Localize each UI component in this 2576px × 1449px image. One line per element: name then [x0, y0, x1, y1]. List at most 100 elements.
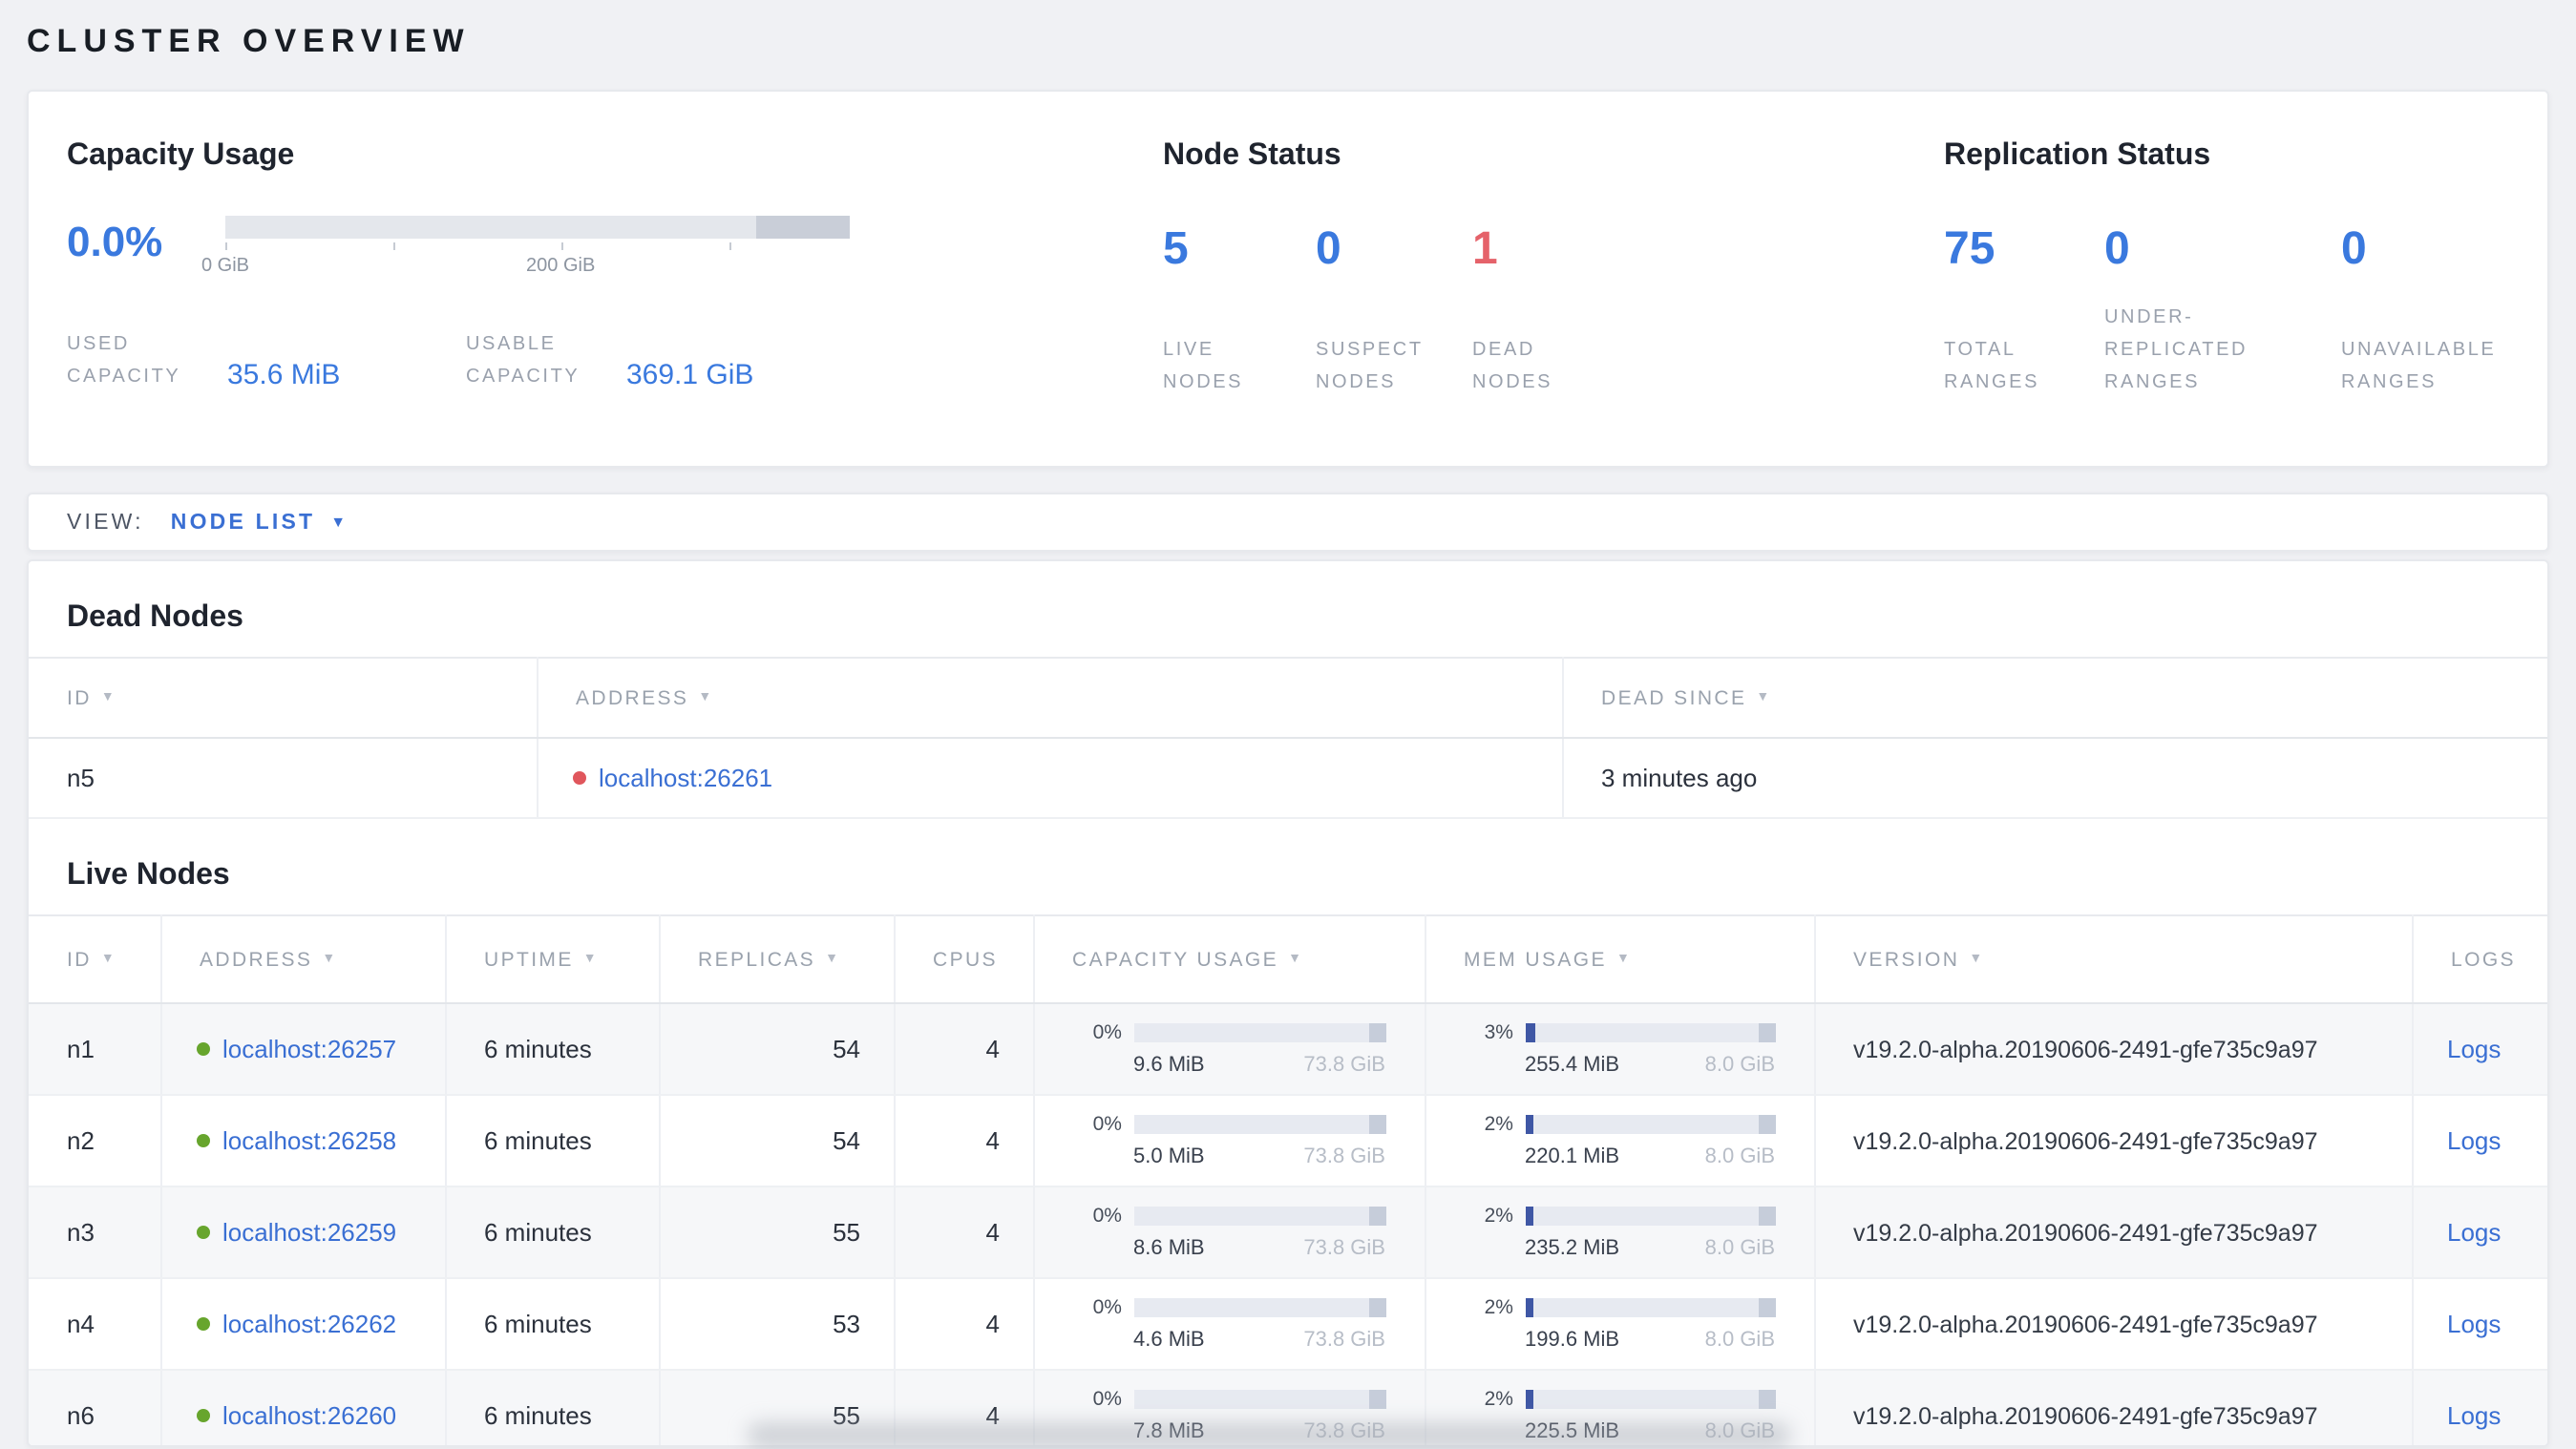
node-uptime: 6 minutes	[445, 1003, 660, 1096]
capacity-total: 73.8 GiB	[1303, 1329, 1385, 1352]
node-version: v19.2.0-alpha.20190606-2491-gfe735c9a97	[1814, 1186, 2413, 1279]
used-capacity-label: USED CAPACITY	[67, 334, 181, 388]
node-status-section: Node Status 5 LIVE NODES 0 SUSPECT NODES…	[1163, 137, 1944, 428]
node-capacity-usage: 0% 9.6 MiB 73.8 GiB	[1033, 1003, 1425, 1096]
node-cpus: 4	[894, 1095, 1034, 1187]
capacity-chart-row: 0.0% 0 GiB 200 GiB	[67, 216, 1163, 279]
sort-desc-icon: ▼	[100, 952, 117, 965]
live-node-row-n4: n4 localhost:26262 6 minutes 53 4 0% 4.6…	[29, 1278, 2547, 1371]
node-version: v19.2.0-alpha.20190606-2491-gfe735c9a97	[1814, 1370, 2413, 1445]
live-node-row-n3: n3 localhost:26259 6 minutes 55 4 0% 8.6…	[29, 1186, 2547, 1279]
sort-desc-icon: ▼	[322, 952, 338, 965]
capacity-total: 73.8 GiB	[1303, 1145, 1385, 1168]
node-address-link[interactable]: localhost:26261	[599, 764, 772, 792]
node-capacity-usage: 0% 8.6 MiB 73.8 GiB	[1033, 1186, 1425, 1279]
node-replicas: 54	[659, 1003, 895, 1096]
node-address-link[interactable]: localhost:26259	[222, 1218, 396, 1247]
axis-tick	[560, 242, 563, 250]
mem-usage-bar	[1525, 1115, 1775, 1134]
axis-label-zero: 0 GiB	[201, 256, 250, 277]
node-id: n3	[29, 1186, 161, 1279]
live-status-dot-icon	[196, 1409, 209, 1422]
capacity-bar-chart: 0 GiB 200 GiB	[201, 216, 850, 279]
dead-col-dead-since[interactable]: DEAD SINCE ▼	[1562, 657, 2547, 739]
live-col-replicas[interactable]: REPLICAS ▼	[659, 914, 895, 1004]
dead-nodes-header-row: ID ▼ ADDRESS ▼ DEAD SINCE ▼	[29, 657, 2547, 739]
capacity-used: 5.0 MiB	[1133, 1145, 1205, 1168]
logs-link[interactable]: Logs	[2447, 1035, 2501, 1063]
node-id: n2	[29, 1095, 161, 1187]
node-id: n1	[29, 1003, 161, 1096]
live-status-dot-icon	[196, 1134, 209, 1147]
replication-stats: 75 TOTAL RANGES 0 UNDER- REPLICATED RANG…	[1944, 216, 2509, 399]
live-col-mem-usage[interactable]: MEM USAGE ▼	[1425, 914, 1815, 1004]
under-replicated-count: 0	[2104, 223, 2130, 275]
live-col-uptime[interactable]: UPTIME ▼	[445, 914, 660, 1004]
capacity-bar-segment	[755, 216, 850, 239]
live-col-address[interactable]: ADDRESS ▼	[160, 914, 446, 1004]
node-address-link[interactable]: localhost:26258	[222, 1126, 396, 1155]
mem-usage-bar	[1525, 1023, 1775, 1042]
dead-nodes-table: ID ▼ ADDRESS ▼ DEAD SINCE ▼ n5 localhost:26…	[29, 657, 2547, 819]
live-col-cpus[interactable]: CPUS	[894, 914, 1034, 1004]
node-address-link[interactable]: localhost:26257	[222, 1035, 396, 1063]
capacity-axis-ticks	[225, 241, 850, 252]
view-selector-dropdown[interactable]: NODE LIST ▼	[171, 511, 349, 534]
live-col-capacity-usage[interactable]: CAPACITY USAGE ▼	[1033, 914, 1425, 1004]
node-version: v19.2.0-alpha.20190606-2491-gfe735c9a97	[1814, 1003, 2413, 1096]
page-title: CLUSTER OVERVIEW	[27, 23, 471, 59]
node-status-heading: Node Status	[1163, 139, 1341, 172]
node-mem-usage: 2% 235.2 MiB 8.0 GiB	[1425, 1186, 1815, 1279]
node-status-stats: 5 LIVE NODES 0 SUSPECT NODES 1 DEAD NODE…	[1163, 216, 1944, 399]
capacity-bar-track	[225, 216, 850, 239]
dead-status-dot-icon	[572, 771, 585, 785]
logs-link[interactable]: Logs	[2447, 1401, 2501, 1430]
node-address-link[interactable]: localhost:26260	[222, 1401, 396, 1430]
node-address-cell: localhost:26261	[537, 738, 1563, 819]
node-capacity-usage: 0% 4.6 MiB 73.8 GiB	[1033, 1278, 1425, 1371]
live-nodes-stat: 5 LIVE NODES	[1163, 216, 1316, 399]
capacity-percent: 0%	[1092, 1388, 1122, 1411]
live-node-row-n2: n2 localhost:26258 6 minutes 54 4 0% 5.0…	[29, 1095, 2547, 1187]
nodes-table-card: Dead Nodes ID ▼ ADDRESS ▼ DEAD SINCE ▼ n5 l…	[27, 559, 2549, 1447]
live-col-version[interactable]: VERSION ▼	[1814, 914, 2413, 1004]
node-uptime: 6 minutes	[445, 1095, 660, 1187]
total-ranges-label: TOTAL RANGES	[1944, 340, 2040, 393]
node-uptime: 6 minutes	[445, 1186, 660, 1279]
capacity-usage-bar	[1133, 1298, 1385, 1317]
axis-tick	[729, 242, 732, 250]
node-replicas: 53	[659, 1278, 895, 1371]
suspect-nodes-count: 0	[1316, 223, 1341, 275]
logs-link[interactable]: Logs	[2447, 1218, 2501, 1247]
node-id: n5	[29, 738, 538, 819]
capacity-percent: 0%	[1092, 1021, 1122, 1044]
usable-capacity-stat: USABLE CAPACITY 369.1 GiB	[466, 328, 865, 393]
view-label: VIEW:	[67, 511, 144, 534]
logs-link[interactable]: Logs	[2447, 1126, 2501, 1155]
unavailable-label: UNAVAILABLE RANGES	[2341, 340, 2497, 393]
mem-used: 255.4 MiB	[1525, 1054, 1620, 1077]
node-id: n6	[29, 1370, 161, 1445]
node-cpus: 4	[894, 1278, 1034, 1371]
node-uptime: 6 minutes	[445, 1278, 660, 1371]
live-status-dot-icon	[196, 1042, 209, 1056]
sort-desc-icon: ▼	[1969, 952, 1985, 965]
sort-desc-icon: ▼	[1288, 952, 1304, 965]
live-nodes-heading: Live Nodes	[67, 859, 230, 892]
dead-col-id[interactable]: ID ▼	[29, 657, 538, 739]
node-logs-cell: Logs	[2412, 1370, 2547, 1445]
logs-link[interactable]: Logs	[2447, 1310, 2501, 1338]
live-col-id[interactable]: ID ▼	[29, 914, 161, 1004]
capacity-usage-bar	[1133, 1207, 1385, 1226]
dead-nodes-heading: Dead Nodes	[67, 601, 243, 634]
capacity-stats-row: USED CAPACITY 35.6 MiB USABLE CAPACITY 3…	[67, 328, 1163, 393]
dead-col-address[interactable]: ADDRESS ▼	[537, 657, 1563, 739]
total-ranges-count: 75	[1944, 223, 1995, 275]
sort-desc-icon: ▼	[100, 690, 117, 704]
node-id: n4	[29, 1278, 161, 1371]
live-col-logs: LOGS	[2412, 914, 2547, 1004]
mem-total: 8.0 GiB	[1704, 1145, 1775, 1168]
mem-total: 8.0 GiB	[1704, 1329, 1775, 1352]
capacity-usage-section: Capacity Usage 0.0% 0 GiB 200 GiB USED C…	[67, 137, 1163, 428]
node-address-link[interactable]: localhost:26262	[222, 1310, 396, 1338]
